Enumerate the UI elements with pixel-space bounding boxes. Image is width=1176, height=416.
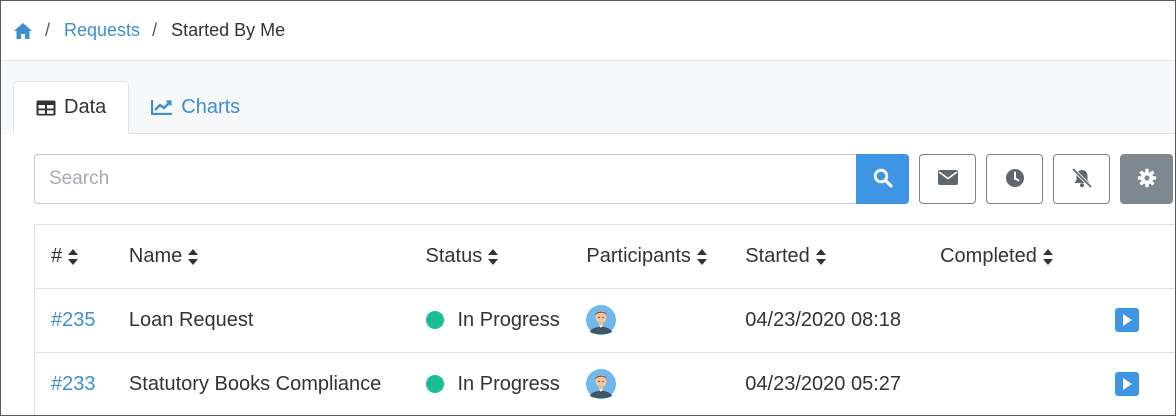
breadcrumb-requests-link[interactable]: Requests (64, 20, 140, 41)
tab-bar: Data Charts (13, 81, 1175, 134)
gear-icon (1137, 168, 1157, 191)
sort-icon (188, 248, 199, 266)
request-id-link[interactable]: #235 (51, 309, 96, 332)
search-input[interactable] (34, 154, 856, 204)
status-text: In Progress (457, 308, 560, 331)
column-header-completed[interactable]: Completed (940, 225, 1097, 289)
mute-notifications-button[interactable] (1053, 154, 1110, 204)
breadcrumb-separator: / (45, 20, 51, 40)
table-row: #233 Statutory Books Compliance In Progr… (35, 352, 1175, 415)
column-header-started[interactable]: Started (745, 225, 941, 289)
table-row: #235 Loan Request In Progress 04/23/2020… (35, 288, 1175, 353)
home-icon[interactable] (13, 21, 33, 41)
column-header-actions (1096, 225, 1175, 289)
started-date: 04/23/2020 05:27 (745, 372, 901, 395)
breadcrumb-current: Started By Me (171, 20, 286, 40)
table-header-row: # Name Status Participants Started Compl… (35, 225, 1175, 289)
data-panel: # Name Status Participants (1, 134, 1175, 415)
started-date: 04/23/2020 08:18 (745, 308, 901, 331)
sort-icon (1042, 248, 1053, 266)
sort-icon (488, 248, 499, 266)
request-name: Loan Request (128, 308, 254, 331)
search-button[interactable] (856, 154, 909, 204)
search-toolbar (34, 154, 1173, 204)
requests-table: # Name Status Participants Started Compl… (34, 224, 1175, 415)
participant-avatar[interactable] (586, 369, 617, 399)
envelope-icon (937, 170, 958, 188)
column-header-participants[interactable]: Participants (586, 225, 746, 289)
request-id-link[interactable]: #233 (51, 373, 96, 396)
play-icon (1122, 373, 1132, 396)
settings-button[interactable] (1120, 154, 1173, 204)
bell-slash-icon (1071, 167, 1093, 191)
open-request-button[interactable] (1115, 372, 1139, 396)
play-icon (1122, 309, 1132, 332)
open-request-button[interactable] (1115, 308, 1139, 332)
status-text: In Progress (457, 372, 560, 395)
tab-charts-label: Charts (181, 95, 241, 118)
tab-charts[interactable]: Charts (129, 81, 262, 133)
history-button[interactable] (986, 154, 1043, 204)
sort-icon (815, 248, 826, 266)
window: / Requests / Started By Me Data Charts S… (0, 0, 1176, 416)
column-header-id[interactable]: # (35, 225, 129, 289)
search-icon (873, 168, 893, 191)
column-header-name[interactable]: Name (128, 225, 426, 289)
request-name: Statutory Books Compliance (128, 372, 382, 395)
tab-data[interactable]: Data (13, 81, 130, 134)
breadcrumb: / Requests / Started By Me (1, 1, 1175, 61)
status-dot (425, 375, 444, 393)
sort-icon (696, 248, 707, 266)
tab-data-label: Data (64, 96, 107, 118)
clock-icon (1005, 168, 1025, 191)
breadcrumb-separator: / (152, 20, 158, 40)
column-header-status[interactable]: Status (425, 225, 587, 289)
table-icon (36, 100, 56, 116)
sort-icon (68, 248, 79, 266)
participant-avatar[interactable] (586, 305, 617, 335)
email-button[interactable] (919, 154, 976, 204)
line-chart-icon (151, 99, 173, 115)
status-dot (425, 311, 444, 329)
